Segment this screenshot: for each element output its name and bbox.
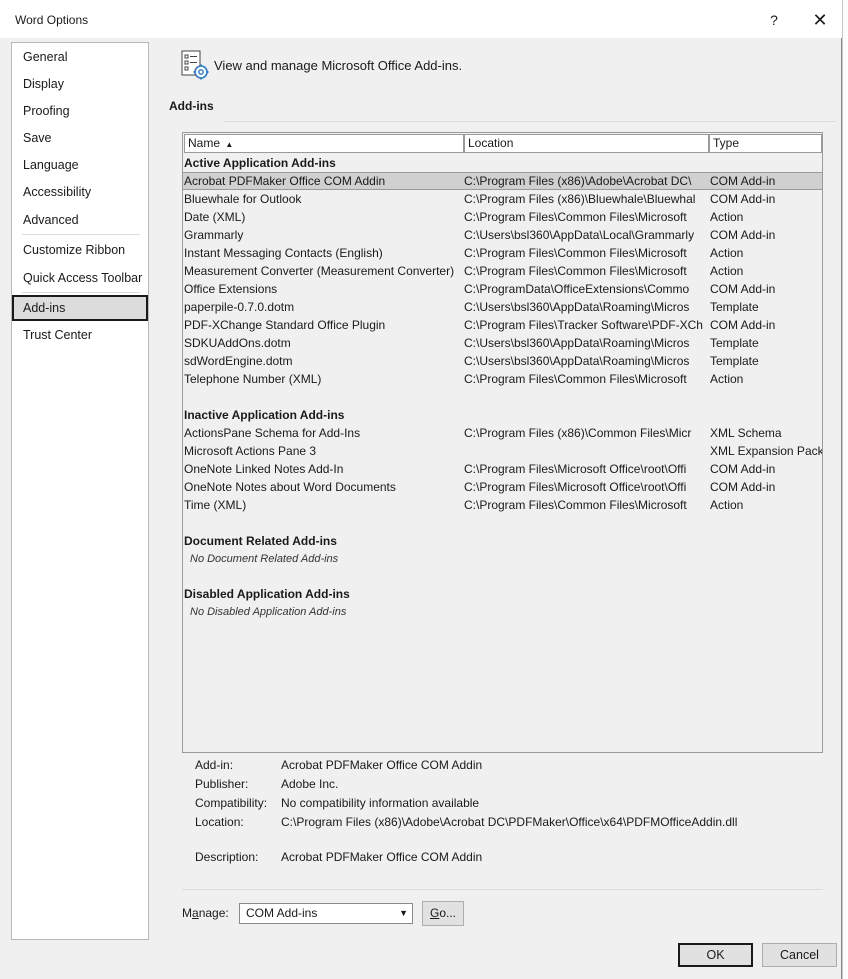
table-row[interactable]: OneNote Notes about Word Documents C:\Pr… bbox=[183, 478, 822, 496]
table-row[interactable]: Time (XML) C:\Program Files\Common Files… bbox=[183, 496, 822, 514]
nav-item-proofing[interactable]: Proofing bbox=[12, 98, 148, 124]
detail-description-value: Acrobat PDFMaker Office COM Addin bbox=[281, 850, 483, 864]
group-heading-active: Active Application Add-ins bbox=[184, 156, 336, 170]
options-nav: General Display Proofing Save Language A… bbox=[11, 42, 149, 940]
nav-item-language[interactable]: Language bbox=[12, 152, 148, 178]
table-row[interactable]: sdWordEngine.dotm C:\Users\bsl360\AppDat… bbox=[183, 352, 822, 370]
window-title: Word Options bbox=[15, 13, 89, 27]
help-button[interactable]: ? bbox=[760, 9, 788, 31]
title-bar: Word Options ? ✕ bbox=[0, 0, 842, 38]
table-row[interactable]: Measurement Converter (Measurement Conve… bbox=[183, 262, 822, 280]
column-header-location[interactable]: Location bbox=[464, 134, 709, 153]
nav-item-customize-ribbon[interactable]: Customize Ribbon bbox=[12, 237, 148, 263]
table-row[interactable]: ActionsPane Schema for Add-Ins C:\Progra… bbox=[183, 424, 822, 442]
detail-publisher-label: Publisher: bbox=[195, 777, 249, 791]
nav-item-general[interactable]: General bbox=[12, 44, 148, 70]
detail-publisher-value: Adobe Inc. bbox=[281, 777, 339, 791]
addins-gear-icon bbox=[181, 50, 209, 80]
nav-item-display[interactable]: Display bbox=[12, 71, 148, 97]
table-row[interactable]: Acrobat PDFMaker Office COM Addin C:\Pro… bbox=[183, 172, 822, 190]
table-row[interactable]: paperpile-0.7.0.dotm C:\Users\bsl360\App… bbox=[183, 298, 822, 316]
table-row[interactable]: OneNote Linked Notes Add-In C:\Program F… bbox=[183, 460, 822, 478]
nav-item-trust-center[interactable]: Trust Center bbox=[12, 322, 148, 348]
nav-separator bbox=[22, 292, 140, 293]
manage-label: Manage: bbox=[182, 906, 229, 920]
nav-item-save[interactable]: Save bbox=[12, 125, 148, 151]
column-header-name[interactable]: Name ▲ bbox=[184, 134, 464, 153]
nav-item-advanced[interactable]: Advanced bbox=[12, 207, 148, 233]
addins-table[interactable]: Name ▲ Location Type Active Application … bbox=[182, 132, 823, 753]
detail-description-label: Description: bbox=[195, 850, 259, 864]
table-row[interactable]: Bluewhale for Outlook C:\Program Files (… bbox=[183, 190, 822, 208]
dropdown-arrow-icon: ▼ bbox=[399, 908, 408, 918]
background-document-edge bbox=[842, 0, 848, 979]
detail-compatibility-label: Compatibility: bbox=[195, 796, 268, 810]
detail-addin-label: Add-in: bbox=[195, 758, 234, 772]
table-row[interactable]: Instant Messaging Contacts (English) C:\… bbox=[183, 244, 822, 262]
section-divider bbox=[224, 121, 836, 122]
ok-button[interactable]: OK bbox=[678, 943, 753, 967]
table-row[interactable]: Office Extensions C:\ProgramData\OfficeE… bbox=[183, 280, 822, 298]
manage-dropdown[interactable]: COM Add-ins ▼ bbox=[239, 903, 413, 924]
empty-note-disabled: No Disabled Application Add-ins bbox=[190, 606, 347, 618]
nav-item-add-ins[interactable]: Add-ins bbox=[12, 295, 148, 321]
table-row[interactable]: SDKUAddOns.dotm C:\Users\bsl360\AppData\… bbox=[183, 334, 822, 352]
sort-ascending-icon: ▲ bbox=[225, 140, 234, 149]
table-row[interactable]: Telephone Number (XML) C:\Program Files\… bbox=[183, 370, 822, 388]
table-row[interactable]: Date (XML) C:\Program Files\Common Files… bbox=[183, 208, 822, 226]
empty-note-document: No Document Related Add-ins bbox=[190, 553, 339, 565]
close-button[interactable]: ✕ bbox=[806, 8, 834, 32]
table-row[interactable]: PDF-XChange Standard Office Plugin C:\Pr… bbox=[183, 316, 822, 334]
table-row[interactable]: Microsoft Actions Pane 3 XML Expansion P… bbox=[183, 442, 822, 460]
cancel-button[interactable]: Cancel bbox=[762, 943, 837, 967]
group-heading-inactive: Inactive Application Add-ins bbox=[184, 408, 345, 422]
detail-location-value: C:\Program Files (x86)\Adobe\Acrobat DC\… bbox=[281, 815, 738, 829]
nav-item-accessibility[interactable]: Accessibility bbox=[12, 179, 148, 205]
group-heading-disabled: Disabled Application Add-ins bbox=[184, 587, 350, 601]
detail-addin-value: Acrobat PDFMaker Office COM Addin bbox=[281, 758, 483, 772]
detail-compatibility-value: No compatibility information available bbox=[281, 796, 480, 810]
table-row[interactable]: Grammarly C:\Users\bsl360\AppData\Local\… bbox=[183, 226, 822, 244]
page-heading: View and manage Microsoft Office Add-ins… bbox=[214, 58, 463, 73]
nav-item-quick-access-toolbar[interactable]: Quick Access Toolbar bbox=[12, 265, 148, 291]
bottom-divider bbox=[182, 889, 823, 890]
column-header-type[interactable]: Type bbox=[709, 134, 822, 153]
group-heading-document: Document Related Add-ins bbox=[184, 534, 337, 548]
go-button[interactable]: Go... bbox=[422, 901, 464, 926]
detail-location-label: Location: bbox=[195, 815, 244, 829]
section-title: Add-ins bbox=[169, 99, 214, 113]
nav-separator bbox=[22, 234, 140, 235]
word-options-dialog: Word Options ? ✕ General Display Proofin… bbox=[0, 0, 842, 979]
